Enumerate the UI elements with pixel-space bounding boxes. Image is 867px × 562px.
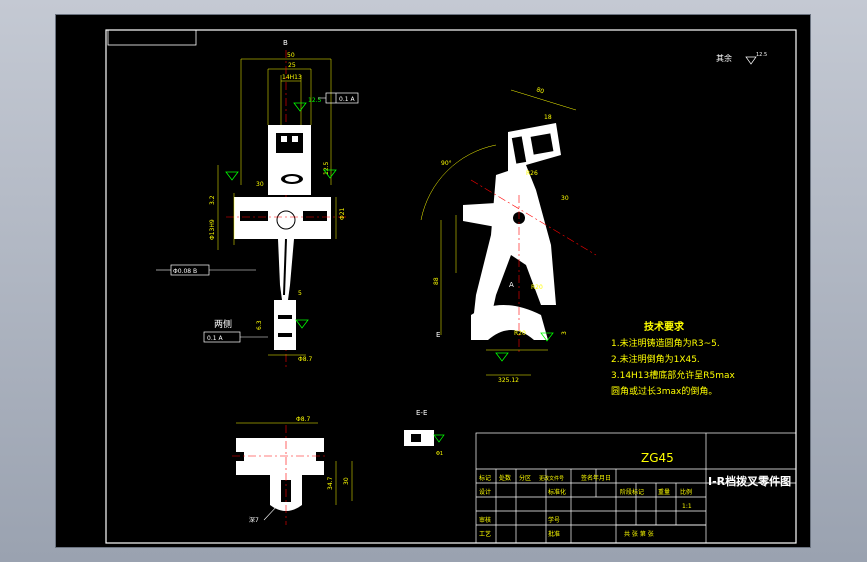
surface-note: 其余 [716,53,732,63]
fork-dim-r20a: R20 [531,284,543,291]
fork-dim-3: 3 [561,331,568,335]
tb-sign: 签名 [581,474,593,482]
tb-design: 设计 [479,488,491,496]
dim-5: 5 [298,290,302,297]
fork-view: 80 18 90° R26 30 R20 88 E A R20 3 325.12 [420,86,597,384]
tb-zone: 分区 [519,474,531,482]
tb-craft: 工艺 [479,530,491,538]
title-block [475,432,797,544]
tb-student-no: 学号 [548,516,560,524]
corner-box [107,29,197,46]
dim-phi87: Φ8.7 [298,356,312,363]
tb-std: 标准化 [548,488,566,496]
fork-dim-30: 30 [561,195,569,202]
bottom-view: Φ8.7 34.7 30 深7 [232,416,353,525]
fork-label-e: E [436,331,440,339]
tb-sheet: 共 张 第 张 [624,530,654,538]
screenshot: B 50 25 14H13 12.5 0.1 A 30 12.5 3.2 Φ13… [0,0,867,562]
dim-14h13: 14H13 [282,74,302,81]
fork-dim-325: 325.12 [498,377,519,384]
dim-6-3: 6.3 [256,320,263,330]
drawing-canvas: B 50 25 14H13 12.5 0.1 A 30 12.5 3.2 Φ13… [105,29,797,544]
tb-scale-label: 比例 [680,488,692,496]
bottom-dim-30: 30 [343,477,350,485]
front-view: B 50 25 14H13 12.5 0.1 A 30 12.5 3.2 Φ13… [156,39,359,370]
notes-line3: 3.14H13槽底部允许呈R5max [611,369,736,381]
left-callout-phi13: Φ13H9 [209,219,216,240]
drawing-border [105,29,797,544]
fork-dim-18: 18 [544,114,552,121]
notes-line2: 2.未注明倒角为1X45. [611,353,700,365]
fork-angle: 90° [441,160,452,167]
fork-dim-r20b: R20 [514,330,526,337]
surface-sym: 12.5 [756,52,767,58]
tb-scale: 1:1 [682,503,692,510]
tb-weight: 重量 [658,488,670,496]
view-label-b: B [283,39,288,47]
tb-stage: 阶段标记 [620,488,644,496]
bottom-dim-34: 34.7 [327,476,334,490]
dim-50: 50 [287,52,295,59]
tb-approve: 批准 [548,530,560,538]
fork-label-a: A [509,281,514,289]
cad-viewport[interactable]: B 50 25 14H13 12.5 0.1 A 30 12.5 3.2 Φ13… [55,14,811,548]
tb-count: 处数 [499,474,511,482]
left-callout-32: 3.2 [209,195,216,205]
fork-dim-88: 88 [433,277,440,285]
tech-notes: 技术要求 1.未注明铸造圆角为R3~5. 2.未注明倒角为1X45. 3.14H… [611,320,736,397]
section-ee: E-E Φ1 [404,409,445,457]
notes-title: 技术要求 [644,320,685,333]
section-dim: Φ1 [436,451,443,457]
material: ZG45 [641,451,674,465]
tb-change: 更改文件号 [539,475,564,482]
both-sides-box: 0.1 A [207,335,223,342]
fork-dim-r26: R26 [526,170,538,177]
notes-line4: 圆角或过长3max的倒角。 [611,385,717,397]
svg-text:Φ21: Φ21 [339,207,346,220]
tb-mark: 标记 [479,474,491,482]
both-sides-label: 两侧 [214,318,232,330]
frame-ref: 0.1 A [339,96,355,103]
part-name: I-R档拨叉零件图 [708,474,791,488]
left-bottom-callout: Φ0.08 B [173,268,197,275]
dim-25: 25 [288,62,296,69]
notes-line1: 1.未注明铸造圆角为R3~5. [611,337,720,349]
fork-dim-80: 80 [535,86,545,95]
bottom-dim-phi87: Φ8.7 [296,416,310,423]
dim-30: 30 [256,181,264,188]
section-label: E-E [416,409,427,417]
tb-review: 审核 [479,516,491,524]
bottom-depth-label: 深7 [249,516,259,524]
tb-date: 年月日 [593,474,611,482]
